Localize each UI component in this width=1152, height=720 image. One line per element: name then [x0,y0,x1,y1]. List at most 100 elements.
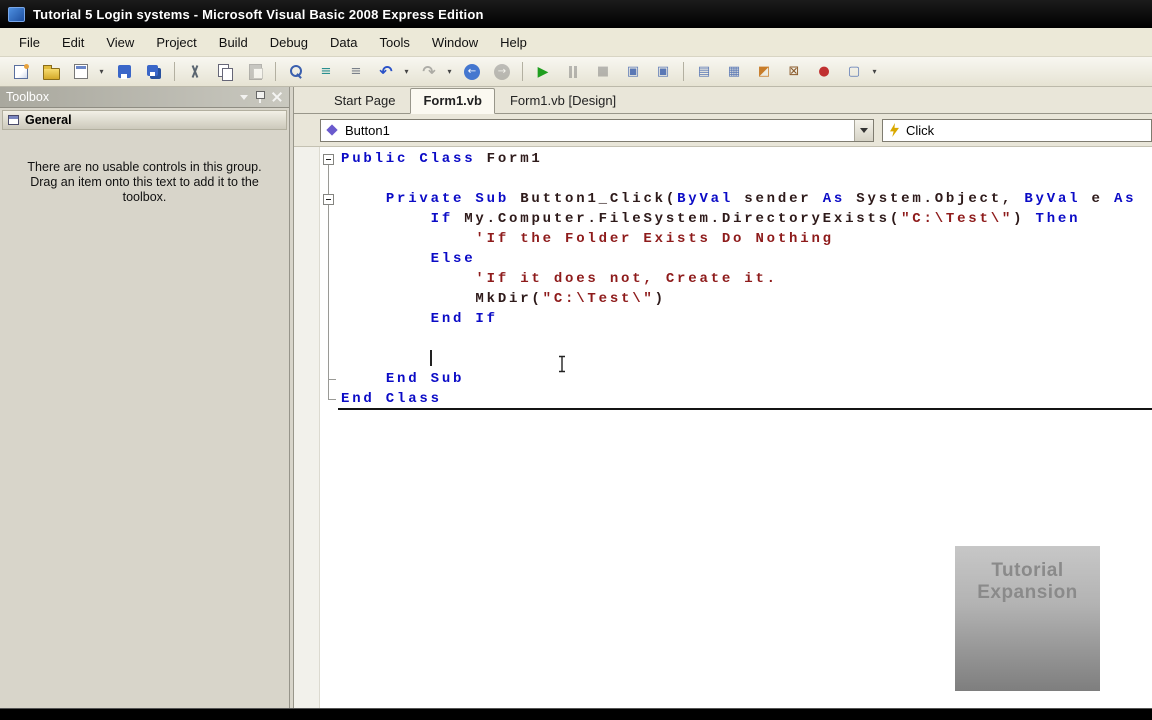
events-dropdown-value: Click [906,122,935,138]
menu-window[interactable]: Window [421,31,489,54]
toolbox-icon[interactable]: ⊠ [784,62,804,82]
tab-start-page[interactable]: Start Page [322,89,407,113]
menu-project[interactable]: Project [145,31,207,54]
menu-bar: File Edit View Project Build Debug Data Tools Wi… [0,28,1152,57]
solution-explorer-icon[interactable]: ▤ [694,62,714,82]
stop-debugging-icon[interactable]: ■ [593,62,613,82]
outline-end-tick [328,379,336,380]
events-dropdown[interactable]: Click [882,118,1152,142]
code-line[interactable]: End If [341,309,1136,329]
outlining-margin[interactable] [320,147,340,708]
collapse-region-icon[interactable] [323,154,334,165]
start-debugging-icon[interactable]: ▶ [533,62,553,82]
code-line[interactable]: Else [341,249,1136,269]
save-all-icon[interactable] [144,62,164,82]
title-bar: Tutorial 5 Login systems - Microsoft Vis… [0,0,1152,28]
properties-window-icon[interactable]: ▦ [724,62,744,82]
code-line[interactable]: Private Sub Button1_Click(ByVal sender A… [341,189,1136,209]
text-caret [430,350,432,366]
paste-icon[interactable] [245,62,265,82]
step-into-icon[interactable]: ▣ [623,62,643,82]
object-icon [326,124,338,136]
navigate-backward-icon[interactable] [462,62,482,82]
toolbar-separator [174,62,175,81]
window-title: Tutorial 5 Login systems - Microsoft Vis… [33,6,484,22]
navigation-bar: Button1 Click [294,114,1152,147]
toolbox-empty-message: There are no usable controls in this gro… [27,160,262,204]
toolbar: ▾≡≡↶▾↷▾▶■▣▣▤▦◩⊠●▢▾ [0,57,1152,87]
watermark-line2: Expansion [977,582,1078,603]
letterbox-bar [0,708,1152,720]
code-line[interactable]: End Class [341,389,1136,409]
outline-end-tick [328,399,336,400]
command-window-dropdown-icon[interactable]: ▾ [869,62,880,82]
menu-view[interactable]: View [95,31,145,54]
vb-app-icon [8,6,25,22]
code-line[interactable] [341,169,1136,189]
toolbox-panel: Toolbox General There are no usable cont… [0,87,290,708]
break-all-icon[interactable] [563,62,583,82]
undo-icon[interactable]: ↶ [376,62,396,82]
objects-dropdown[interactable]: Button1 [320,118,874,142]
objects-dropdown-value: Button1 [345,122,390,138]
open-file-icon[interactable] [41,62,61,82]
redo-dropdown-icon[interactable]: ▾ [444,62,455,82]
main-area: Toolbox General There are no usable cont… [0,87,1152,708]
menu-data[interactable]: Data [319,31,368,54]
error-list-icon[interactable]: ● [814,62,834,82]
toolbox-group-general[interactable]: General [2,110,287,130]
undo-dropdown-icon[interactable]: ▾ [401,62,412,82]
find-icon[interactable] [286,62,306,82]
tab-form1-vb-design[interactable]: Form1.vb [Design] [498,89,628,113]
menu-help[interactable]: Help [489,31,538,54]
new-project-icon[interactable] [11,62,31,82]
code-line[interactable]: Public Class Form1 [341,149,1136,169]
event-lightning-icon [890,123,899,137]
window-position-icon[interactable] [240,95,248,104]
group-window-icon [8,115,19,125]
toolbar-separator [683,62,684,81]
add-new-item-icon[interactable] [71,62,91,82]
navigate-forward-icon[interactable] [492,62,512,82]
object-browser-icon[interactable]: ◩ [754,62,774,82]
command-window-icon[interactable]: ▢ [844,62,864,82]
tab-strip: Start Page Form1.vb Form1.vb [Design] [294,87,1152,114]
toolbox-group-label: General [25,113,72,127]
menu-build[interactable]: Build [208,31,259,54]
code-line[interactable]: MkDir("C:\Test\") [341,289,1136,309]
mouse-ibeam-cursor [559,355,565,373]
toolbar-separator [522,62,523,81]
copy-icon[interactable] [215,62,235,82]
code-line[interactable]: 'If the Folder Exists Do Nothing [341,229,1136,249]
procedure-separator-line [338,408,1152,410]
menu-debug[interactable]: Debug [259,31,319,54]
indicator-margin[interactable] [294,147,320,708]
code-line[interactable] [341,349,1136,369]
code-line[interactable]: If My.Computer.FileSystem.DirectoryExist… [341,209,1136,229]
editor-pane: Start Page Form1.vb Form1.vb [Design] Butt… [293,87,1152,708]
redo-icon[interactable]: ↷ [419,62,439,82]
code-line[interactable] [341,329,1136,349]
collapse-region-icon[interactable] [323,194,334,205]
menu-file[interactable]: File [8,31,51,54]
objects-dropdown-arrow-icon[interactable] [854,119,873,141]
code-editor[interactable]: Public Class Form1 Private Sub Button1_C… [294,147,1152,708]
video-watermark: Tutorial Expansion [955,546,1100,691]
cut-icon[interactable] [185,62,205,82]
code-line[interactable]: End Sub [341,369,1136,389]
auto-hide-pin-icon[interactable] [254,90,265,104]
step-over-icon[interactable]: ▣ [653,62,673,82]
toolbox-header: Toolbox [0,87,289,108]
comment-icon[interactable]: ≡ [316,62,336,82]
menu-edit[interactable]: Edit [51,31,95,54]
toolbar-separator [275,62,276,81]
code-line[interactable]: 'If it does not, Create it. [341,269,1136,289]
tab-form1-vb[interactable]: Form1.vb [410,88,495,114]
watermark-line1: Tutorial [991,560,1064,581]
add-new-item-dropdown-icon[interactable]: ▾ [96,62,107,82]
uncomment-icon[interactable]: ≡ [346,62,366,82]
close-icon[interactable] [271,91,283,103]
save-icon[interactable] [114,62,134,82]
toolbox-title: Toolbox [6,90,50,104]
menu-tools[interactable]: Tools [368,31,420,54]
